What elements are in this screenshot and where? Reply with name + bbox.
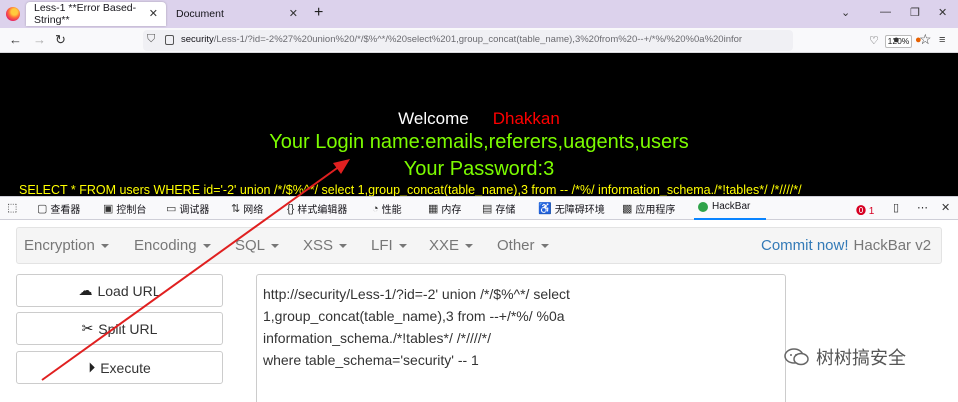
commit-area: Commit now! HackBar v2 — [761, 237, 931, 254]
commit-now-link[interactable]: Commit now! — [761, 237, 849, 254]
caret-down-icon — [540, 244, 549, 249]
welcome-label: Welcome — [398, 109, 469, 128]
tool-network[interactable]: ⇅ 网络 — [231, 201, 263, 216]
cloud-download-icon: ☁ — [78, 282, 93, 298]
sql-query-text: SELECT * FROM users WHERE id='-2' union … — [19, 183, 802, 197]
caret-down-icon — [398, 244, 407, 249]
caret-down-icon — [271, 244, 280, 249]
new-tab-icon[interactable]: + — [314, 4, 323, 22]
url-text[interactable]: security/Less-1/?id=-2%27%20union%20/*/$… — [181, 34, 841, 45]
devtools-toolbar: ⬚ ▢ 查看器 ▣ 控制台 ▭ 调试器 ⇅ 网络 {} 样式编辑器 ◔ 性能 ▦ 内存 ▤ 存储… — [0, 196, 958, 220]
debugger-icon: ▭ — [166, 203, 177, 215]
performance-icon: ◔ — [372, 202, 379, 215]
menu-encryption[interactable]: Encryption — [24, 237, 109, 254]
network-icon: ⇅ — [231, 203, 241, 215]
caret-down-icon — [100, 244, 109, 249]
menu-icon[interactable]: ≡ — [939, 34, 945, 46]
close-tab-icon[interactable]: ✕ — [149, 7, 158, 20]
hackbar-icon — [698, 201, 708, 212]
nav-bar: ← → ↻ ⛉ security/Less-1/?id=-2%27%20unio… — [0, 28, 958, 53]
minimize-icon[interactable]: — — [880, 6, 891, 18]
textarea-line: http://security/Less-1/?id=-2' union /*/… — [263, 286, 570, 302]
split-url-button[interactable]: ✂ Split URL — [16, 312, 223, 345]
tab-bar: Less-1 **Error Based- String** ✕ Documen… — [0, 0, 958, 28]
menu-sql[interactable]: SQL — [235, 237, 280, 254]
tool-accessibility[interactable]: ♿ 无障碍环境 — [538, 201, 605, 216]
error-count-badge[interactable]: ⓿ 1 — [856, 202, 874, 217]
menu-xxe[interactable]: XXE — [429, 237, 474, 254]
hackbar-brand: HackBar v2 — [853, 237, 932, 254]
style-editor-icon: {} — [287, 202, 295, 215]
close-tab-icon[interactable]: ✕ — [289, 7, 298, 20]
watermark-text: 树树搞安全 — [816, 348, 906, 368]
scissors-icon: ✂ — [81, 320, 94, 336]
tab-less1[interactable]: Less-1 **Error Based- String** ✕ — [26, 2, 166, 26]
textarea-line: 1,group_concat(table_name),3 from --+/*%… — [263, 308, 565, 324]
menu-xss[interactable]: XSS — [303, 237, 348, 254]
forward-icon[interactable]: → — [33, 32, 46, 47]
hackbar-menu: Encryption Encoding SQL XSS LFI XXE Othe… — [16, 227, 942, 264]
tool-debugger[interactable]: ▭ 调试器 — [166, 201, 209, 216]
tool-hackbar[interactable]: HackBar — [694, 197, 766, 220]
load-url-button[interactable]: ☁ Load URL — [16, 274, 223, 307]
tool-storage[interactable]: ▤ 存储 — [482, 201, 515, 216]
list-tabs-icon[interactable]: ⌄ — [841, 6, 850, 19]
reload-icon[interactable]: ↻ — [55, 32, 66, 48]
storage-icon: ▤ — [482, 203, 493, 215]
textarea-line: where table_schema='security' -- 1 — [263, 352, 479, 368]
tab-document[interactable]: Document ✕ — [168, 2, 306, 26]
tool-console[interactable]: ▣ 控制台 — [103, 201, 146, 216]
extension-icon[interactable]: ● — [915, 34, 922, 46]
inspector-icon: ▢ — [37, 203, 48, 215]
login-name-text: Your Login name:emails,referers,uagents,… — [269, 131, 689, 153]
textarea-line: information_schema./*!tables*/ /*////*/ — [263, 330, 491, 346]
password-text: Your Password:3 — [403, 158, 555, 180]
welcome-line: Welcome Dhakkan — [0, 109, 958, 129]
screenshot-root: Less-1 **Error Based- String** ✕ Documen… — [0, 0, 958, 402]
shield-icon[interactable]: ⛉ — [147, 33, 155, 46]
dock-icon[interactable]: ▯ — [893, 201, 902, 214]
execute-button[interactable]: ⏵ Execute — [16, 351, 223, 384]
account-icon[interactable]: ● — [893, 34, 900, 46]
tab-title: Document — [176, 8, 224, 20]
tool-memory[interactable]: ▦ 内存 — [428, 201, 461, 216]
pocket-icon[interactable]: ♡ — [869, 34, 879, 47]
tool-performance[interactable]: ◔ 性能 — [372, 201, 402, 217]
application-icon: ▩ — [622, 203, 633, 215]
restore-icon[interactable]: ❐ — [910, 6, 920, 19]
caret-down-icon — [465, 244, 474, 249]
console-icon: ▣ — [103, 203, 114, 215]
caret-down-icon — [202, 244, 211, 249]
close-window-icon[interactable]: ✕ — [938, 6, 947, 19]
lock-icon[interactable] — [165, 35, 174, 45]
memory-icon: ▦ — [428, 203, 439, 215]
url-bar[interactable]: ⛉ security/Less-1/?id=-2%27%20union%20/*… — [143, 30, 932, 51]
menu-other[interactable]: Other — [497, 237, 549, 254]
more-options-icon[interactable]: ⋯ — [917, 201, 931, 214]
tool-style-editor[interactable]: {} 样式编辑器 — [287, 201, 347, 217]
wechat-icon — [784, 348, 809, 366]
welcome-name: Dhakkan — [492, 109, 560, 128]
back-icon[interactable]: ← — [9, 32, 22, 47]
close-devtools-icon[interactable]: ✕ — [941, 201, 953, 214]
caret-down-icon — [339, 244, 348, 249]
tab-title: Less-1 **Error Based- String** — [34, 2, 137, 26]
menu-encoding[interactable]: Encoding — [134, 237, 211, 254]
url-textarea[interactable]: http://security/Less-1/?id=-2' union /*/… — [256, 274, 786, 402]
menu-lfi[interactable]: LFI — [371, 237, 407, 254]
tool-inspector[interactable]: ▢ 查看器 — [37, 201, 80, 216]
accessibility-icon: ♿ — [538, 203, 552, 215]
pick-element-icon[interactable]: ⬚ — [7, 201, 20, 214]
watermark: 树树搞安全 — [784, 344, 906, 370]
tool-application[interactable]: ▩ 应用程序 — [622, 201, 675, 216]
firefox-icon[interactable] — [6, 7, 20, 21]
play-circle-icon: ⏵ — [88, 359, 96, 375]
page-content: Welcome Dhakkan Your Login name:emails,re… — [0, 53, 958, 197]
